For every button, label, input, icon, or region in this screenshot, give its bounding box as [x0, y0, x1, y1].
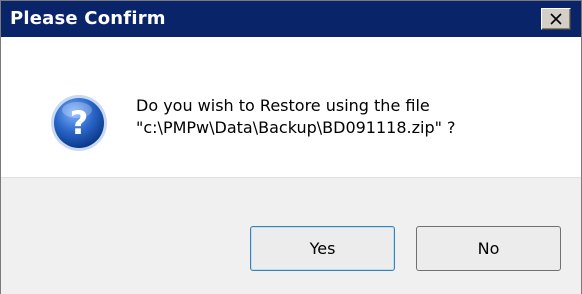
title-bar[interactable]: Please Confirm	[1, 1, 581, 37]
message-line-2: "c:\PMPw\Data\Backup\BD091118.zip" ?	[136, 118, 456, 137]
button-bar: Yes No	[1, 177, 581, 294]
yes-button[interactable]: Yes	[250, 226, 395, 271]
no-button[interactable]: No	[416, 226, 561, 271]
question-icon: ?	[51, 95, 107, 151]
confirm-dialog: Please Confirm ? Do you wish to Restore …	[0, 0, 582, 294]
dialog-title: Please Confirm	[10, 8, 166, 29]
close-icon	[550, 13, 562, 25]
close-button[interactable]	[541, 8, 571, 30]
message-line-1: Do you wish to Restore using the file	[136, 96, 430, 115]
message-area: ? Do you wish to Restore using the file …	[1, 37, 581, 177]
dialog-message: Do you wish to Restore using the file "c…	[136, 95, 456, 139]
question-icon-glyph: ?	[70, 104, 89, 142]
